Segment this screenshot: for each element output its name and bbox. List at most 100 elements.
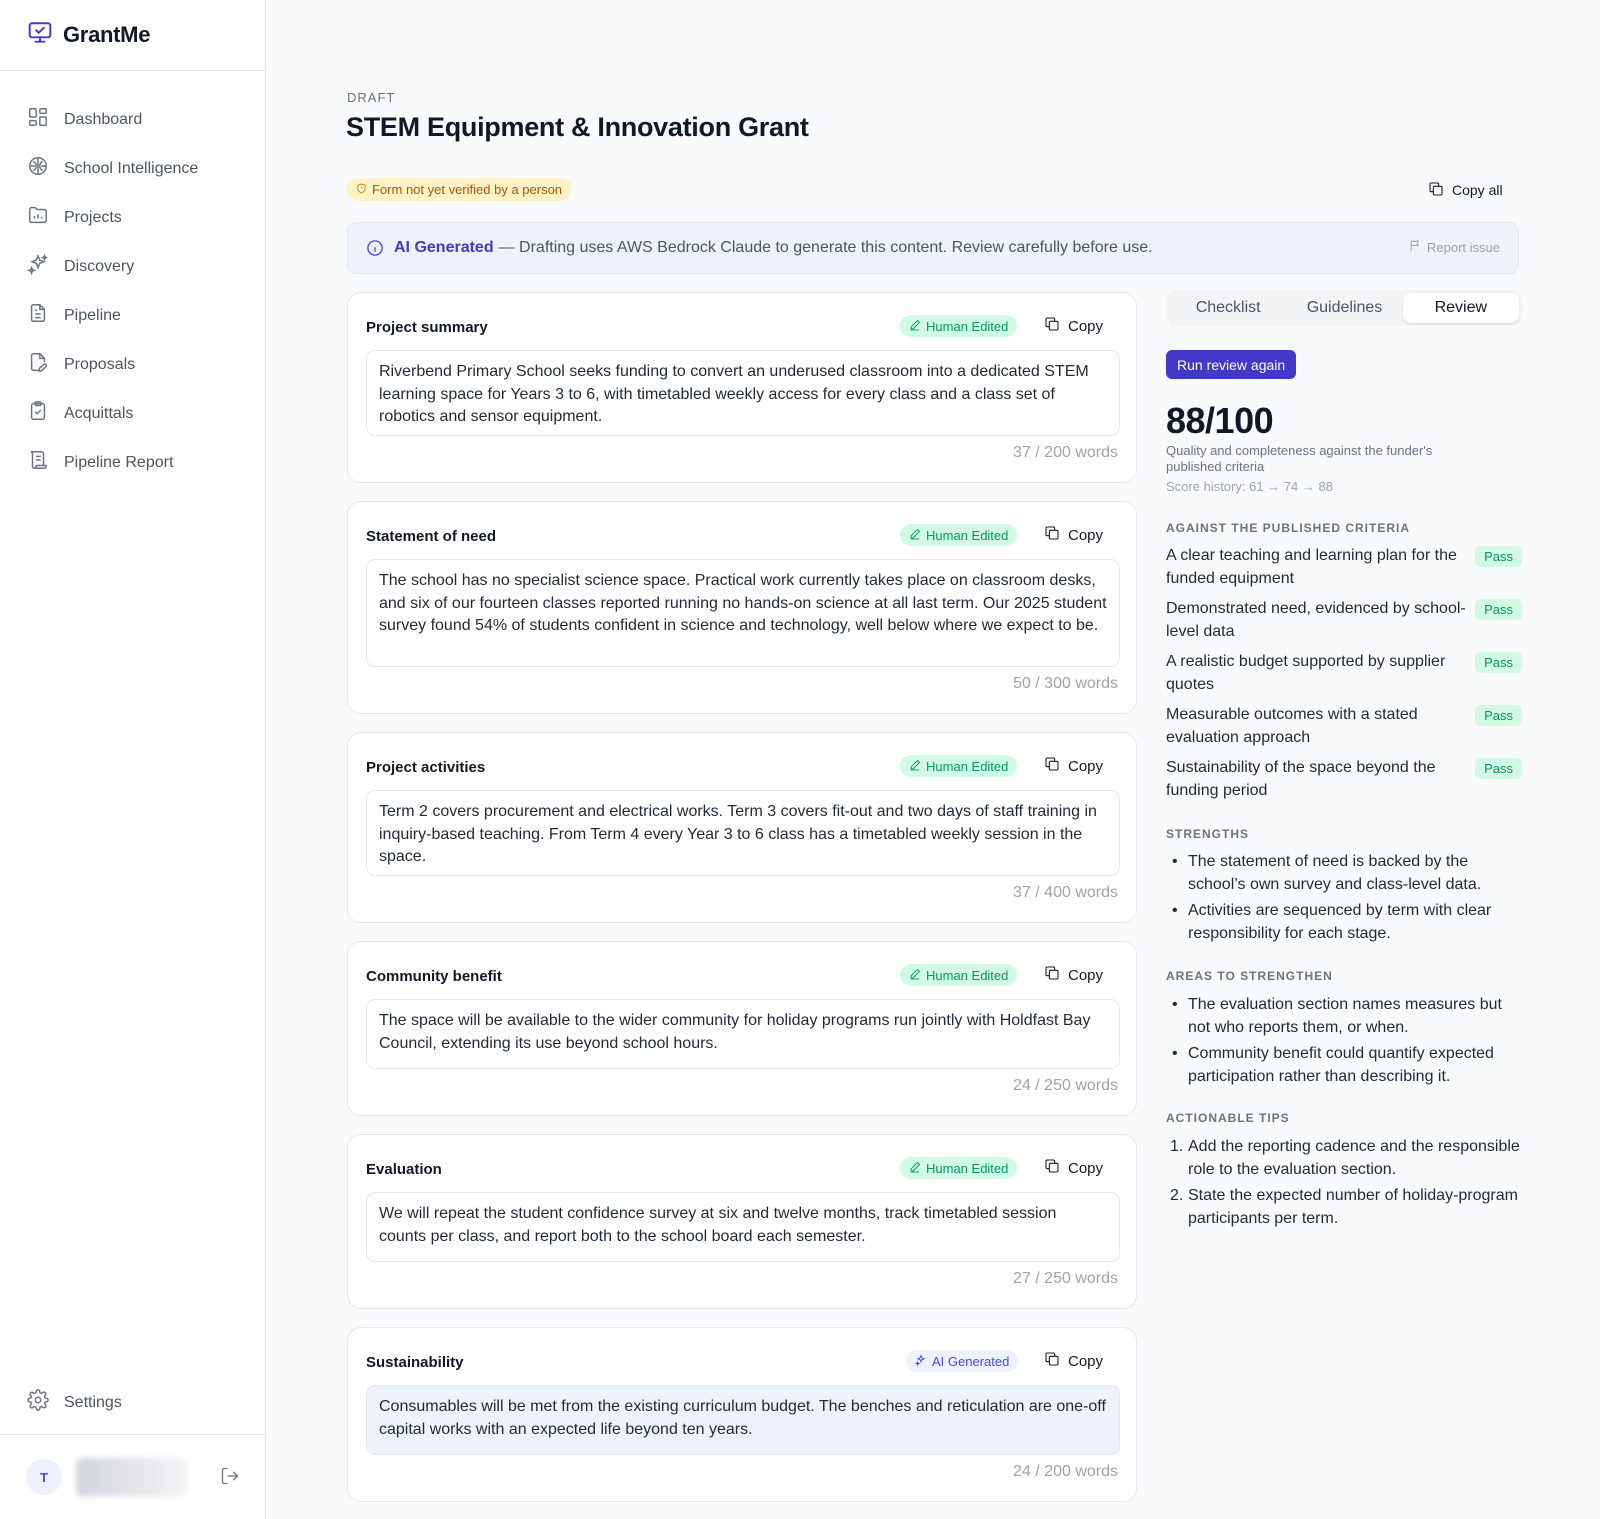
section-textarea[interactable]: Term 2 covers procurement and electrical…: [366, 790, 1120, 876]
section-textarea[interactable]: The school has no specialist science spa…: [366, 559, 1120, 667]
brand[interactable]: GrantMe: [0, 0, 265, 71]
badge-label: Human Edited: [926, 967, 1009, 983]
sidebar-item-label: Acquittals: [64, 404, 134, 422]
section-title: Project activities: [366, 759, 486, 776]
criterion-text: A realistic budget supported by supplier…: [1166, 653, 1446, 693]
section-title: Sustainability: [366, 1354, 464, 1371]
review-score: 88/100: [1166, 400, 1274, 441]
areas-list: The evaluation section names measures bu…: [1166, 994, 1522, 1092]
sidebar-item-label: Pipeline: [64, 306, 121, 324]
word-count: 50 / 300 words: [1013, 675, 1118, 692]
copy-button[interactable]: Copy: [1044, 524, 1103, 546]
sidebar-item-pipeline[interactable]: Pipeline: [0, 291, 265, 340]
copy-label: Copy: [1068, 1159, 1104, 1177]
badge-label: AI Generated: [932, 1353, 1010, 1369]
logout-icon[interactable]: [220, 1466, 240, 1486]
pass-badge: Pass: [1475, 652, 1522, 673]
user-profile-row[interactable]: T: [0, 1434, 265, 1519]
sidebar-item-dashboard[interactable]: Dashboard: [0, 95, 265, 144]
criterion-item: Measurable outcomes with a stated evalua…: [1166, 704, 1522, 749]
copy-label: Copy: [1068, 1352, 1104, 1370]
human-edited-badge: Human Edited: [900, 315, 1018, 337]
strengths-list: The statement of need is backed by the s…: [1166, 851, 1522, 949]
page-title: STEM Equipment & Innovation Grant: [346, 112, 809, 142]
clipboard-check-icon: [27, 400, 49, 427]
copy-label: Copy: [1068, 757, 1104, 775]
pencil-icon: [909, 319, 921, 334]
section-textarea[interactable]: The space will be available to the wider…: [366, 999, 1120, 1069]
criteria-heading: AGAINST THE PUBLISHED CRITERIA: [1166, 521, 1411, 535]
copy-icon: [1044, 1158, 1060, 1178]
copy-icon: [1044, 316, 1060, 336]
sparkles-icon: [26, 253, 49, 280]
section-title: Evaluation: [366, 1161, 442, 1178]
criterion-item: Demonstrated need, evidenced by school-l…: [1166, 598, 1522, 643]
sidebar: GrantMe Dashboard School Intelligence Pr…: [0, 0, 266, 1519]
badge-label: Human Edited: [926, 318, 1009, 334]
sidebar-item-school-intelligence[interactable]: School Intelligence: [0, 144, 265, 193]
gear-icon: [27, 1389, 49, 1416]
section-textarea[interactable]: We will repeat the student confidence su…: [366, 1192, 1120, 1262]
sidebar-item-projects[interactable]: Projects: [0, 193, 265, 242]
section-card-evaluation: Evaluation Human Edited Copy We will rep…: [347, 1134, 1137, 1309]
main-content: DRAFT STEM Equipment & Innovation Grant …: [266, 0, 1600, 1519]
copy-button[interactable]: Copy: [1044, 1350, 1103, 1372]
tips-list: Add the reporting cadence and the respon…: [1166, 1136, 1522, 1234]
sidebar-item-pipeline-report[interactable]: Pipeline Report: [0, 438, 265, 487]
copy-all-button[interactable]: Copy all: [1428, 178, 1503, 202]
ai-banner-text: — Drafting uses AWS Bedrock Claude to ge…: [498, 239, 1153, 256]
section-textarea[interactable]: Riverbend Primary School seeks funding t…: [366, 350, 1120, 436]
avatar[interactable]: T: [26, 1459, 62, 1495]
word-count: 37 / 400 words: [1013, 884, 1118, 901]
copy-button[interactable]: Copy: [1044, 1157, 1103, 1179]
copy-icon: [1044, 965, 1060, 985]
criterion-item: Sustainability of the space beyond the f…: [1166, 757, 1522, 802]
run-review-button[interactable]: Run review again: [1166, 350, 1297, 379]
sidebar-item-acquittals[interactable]: Acquittals: [0, 389, 265, 438]
settings-area: Settings: [0, 1378, 265, 1427]
sidebar-item-label: Dashboard: [64, 110, 143, 128]
info-icon: [366, 239, 384, 257]
copy-button[interactable]: Copy: [1044, 315, 1103, 337]
shield-icon: [356, 182, 367, 197]
sidebar-item-settings[interactable]: Settings: [0, 1378, 265, 1427]
section-card-statement-of-need: Statement of need Human Edited Copy The …: [347, 501, 1137, 714]
section-card-community-benefit: Community benefit Human Edited Copy The …: [347, 941, 1137, 1116]
tab-guidelines[interactable]: Guidelines: [1286, 293, 1402, 323]
file-pen-icon: [27, 351, 49, 378]
user-name-redacted[interactable]: [76, 1458, 188, 1496]
list-item: Community benefit could quantify expecte…: [1166, 1043, 1522, 1088]
human-edited-badge: Human Edited: [900, 1157, 1018, 1179]
copy-icon: [1428, 181, 1444, 200]
copy-button[interactable]: Copy: [1044, 964, 1103, 986]
list-item: The evaluation section names measures bu…: [1166, 994, 1522, 1039]
section-textarea[interactable]: Consumables will be met from the existin…: [366, 1385, 1120, 1455]
copy-icon: [1044, 756, 1060, 776]
sidebar-item-label: Discovery: [64, 257, 135, 275]
grid-icon: [27, 106, 49, 133]
copy-button[interactable]: Copy: [1044, 755, 1103, 777]
monitor-check-icon: [27, 20, 53, 51]
human-edited-badge: Human Edited: [900, 524, 1018, 546]
copy-icon: [1044, 525, 1060, 545]
copy-label: Copy: [1068, 526, 1104, 544]
tab-review[interactable]: Review: [1402, 293, 1519, 323]
pass-badge: Pass: [1475, 705, 1522, 726]
human-edited-badge: Human Edited: [900, 964, 1018, 986]
criterion-text: Measurable outcomes with a stated evalua…: [1166, 706, 1418, 746]
flag-icon: [1409, 239, 1422, 255]
sidebar-item-label: Proposals: [64, 355, 136, 373]
criterion-item: A realistic budget supported by supplier…: [1166, 651, 1522, 696]
sidebar-item-discovery[interactable]: Discovery: [0, 242, 265, 291]
pencil-icon: [909, 968, 921, 983]
sidebar-item-proposals[interactable]: Proposals: [0, 340, 265, 389]
scroll-icon: [27, 449, 49, 476]
report-issue-button[interactable]: Report issue: [1409, 239, 1500, 255]
tips-heading: ACTIONABLE TIPS: [1166, 1111, 1290, 1125]
verification-warning-badge: Form not yet verified by a person: [347, 178, 573, 201]
word-count: 37 / 200 words: [1013, 444, 1118, 461]
copy-label: Copy: [1068, 317, 1104, 335]
tab-checklist[interactable]: Checklist: [1170, 293, 1286, 323]
brand-name: GrantMe: [63, 22, 151, 47]
section-card-project-activities: Project activities Human Edited Copy Ter…: [347, 732, 1137, 923]
